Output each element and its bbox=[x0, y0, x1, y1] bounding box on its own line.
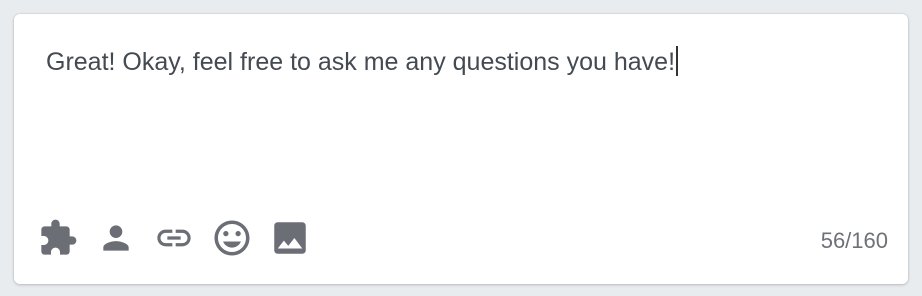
extensions-button[interactable] bbox=[36, 218, 80, 258]
person-icon bbox=[103, 225, 129, 251]
insert-link-button[interactable] bbox=[152, 218, 196, 258]
link-icon bbox=[157, 229, 191, 247]
emoji-button[interactable] bbox=[210, 218, 254, 258]
insert-image-button[interactable] bbox=[268, 218, 312, 258]
message-text: Great! Okay, feel free to ask me any que… bbox=[46, 48, 676, 76]
character-counter: 56/160 bbox=[820, 228, 888, 253]
composer-toolbar bbox=[36, 218, 326, 258]
message-text-area[interactable]: Great! Okay, feel free to ask me any que… bbox=[46, 44, 876, 164]
mention-person-button[interactable] bbox=[94, 218, 138, 258]
message-composer-card: Great! Okay, feel free to ask me any que… bbox=[14, 14, 908, 284]
puzzle-piece-icon bbox=[41, 219, 77, 255]
image-icon bbox=[274, 222, 306, 254]
text-caret bbox=[676, 46, 679, 76]
emoji-icon bbox=[214, 220, 250, 256]
